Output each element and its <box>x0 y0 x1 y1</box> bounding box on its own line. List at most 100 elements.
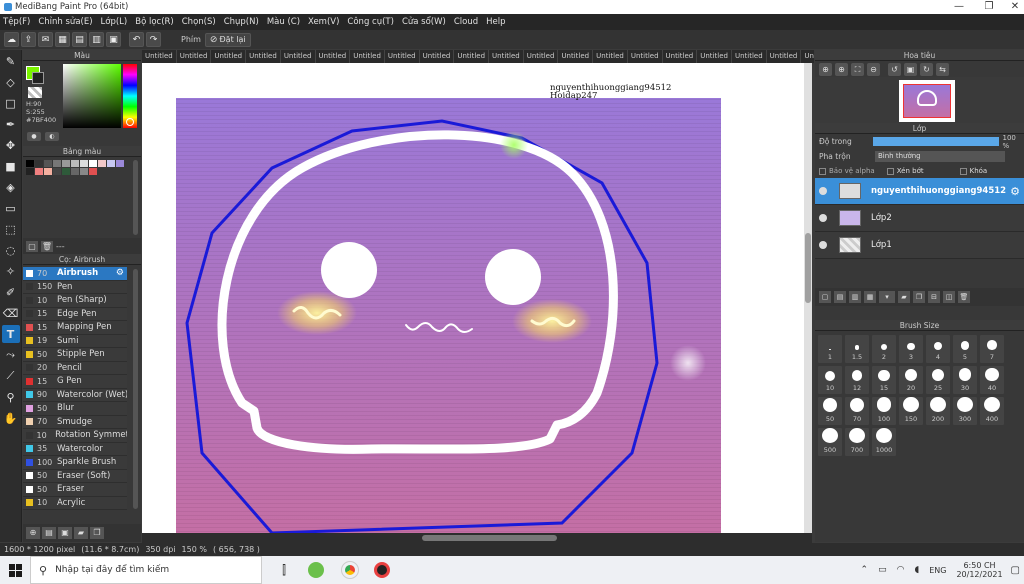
document-tab[interactable]: Untitled <box>142 50 177 63</box>
palette-swatch[interactable] <box>35 168 43 175</box>
windows-start-icon[interactable] <box>0 556 30 584</box>
brush-copy-icon[interactable]: ▣ <box>58 527 72 539</box>
canvas-vscroll[interactable] <box>804 63 812 533</box>
document-tab[interactable]: Untitled <box>558 50 594 63</box>
zoom-out-icon[interactable]: ⊖ <box>867 62 880 76</box>
new-layer-icon[interactable]: ▢ <box>819 291 831 303</box>
redo-icon[interactable]: ↷ <box>146 32 161 47</box>
panel-icon[interactable]: ▥ <box>89 32 104 47</box>
document-tab[interactable]: Untitled <box>628 50 663 63</box>
brush-item[interactable]: 15 Edge Pen <box>23 307 127 321</box>
brush-item[interactable]: 70 Airbrush ⚙ <box>23 267 127 281</box>
text-tool-icon[interactable]: T <box>1 325 20 343</box>
document-tab[interactable]: Untitled <box>420 50 455 63</box>
rect-tool-icon[interactable]: □ <box>2 94 20 112</box>
add-layer-menu-icon[interactable]: ▾ <box>879 291 895 303</box>
task-view-icon[interactable]: ⫿ <box>270 563 298 578</box>
menu-cloud[interactable]: Cloud <box>454 17 478 27</box>
taskbar-search-box[interactable]: ⚲ Nhập tại đây để tìm kiếm <box>30 556 262 584</box>
hue-slider[interactable] <box>123 64 137 128</box>
app-icon-medibang[interactable] <box>374 562 390 578</box>
document-tab[interactable]: Untitled <box>177 50 212 63</box>
lock-checkbox[interactable] <box>959 167 967 175</box>
lasso-tool-icon[interactable]: ◌ <box>2 241 20 259</box>
notification-icon[interactable]: ▢ <box>1011 565 1020 576</box>
palette-add-icon[interactable]: ▢ <box>26 240 38 252</box>
layer-property-icon[interactable]: ◫ <box>943 291 955 303</box>
document-tab[interactable]: Untitled <box>767 50 802 63</box>
clipping-checkbox[interactable] <box>886 167 894 175</box>
transparent-swatch[interactable] <box>28 87 42 98</box>
menu-snap[interactable]: Chụp(N) <box>224 17 259 27</box>
layer-visibility-icon[interactable] <box>819 214 827 222</box>
brush-tool-icon[interactable]: ✎ <box>2 52 20 70</box>
rotate-left-icon[interactable]: ↺ <box>888 62 901 76</box>
palette-swatch[interactable] <box>26 160 34 167</box>
palette-swatch[interactable] <box>44 160 52 167</box>
pages-icon[interactable]: ▤ <box>72 32 87 47</box>
menu-view[interactable]: Xem(V) <box>308 17 339 27</box>
palette-swatch[interactable] <box>71 168 79 175</box>
palette-swatch[interactable] <box>80 168 88 175</box>
brush-item[interactable]: 50 Stipple Pen <box>23 348 127 362</box>
brush-size-option[interactable]: 1000 <box>872 428 896 456</box>
document-tab[interactable]: Untitled <box>281 50 316 63</box>
brush-item[interactable]: 10 Acrylic <box>23 496 127 510</box>
palette-delete-icon[interactable]: 🗑 <box>41 240 53 252</box>
palette-swatch[interactable] <box>62 168 70 175</box>
document-tab[interactable]: Untitled <box>524 50 559 63</box>
palette-swatch[interactable] <box>89 160 97 167</box>
brush-size-option[interactable]: 10 <box>818 366 842 394</box>
language-indicator[interactable]: ENG <box>929 566 946 575</box>
secondary-color-swatch[interactable] <box>32 72 44 84</box>
brush-size-option[interactable]: 400 <box>980 397 1004 425</box>
upload-icon[interactable]: ⇪ <box>21 32 36 47</box>
menu-help[interactable]: Help <box>486 17 505 27</box>
palette-swatch[interactable] <box>116 160 124 167</box>
duplicate-layer-icon[interactable]: ❐ <box>913 291 925 303</box>
palette-swatch[interactable] <box>89 168 97 175</box>
magic-wand-icon[interactable]: ✧ <box>2 262 20 280</box>
brush-item[interactable]: 15 G Pen <box>23 375 127 389</box>
brush-item[interactable]: 90 Watercolor (Wet) <box>23 388 127 402</box>
palette-swatch[interactable] <box>62 160 70 167</box>
document-tab[interactable]: Untitled <box>663 50 698 63</box>
new-halftone-layer-icon[interactable]: ▤ <box>834 291 846 303</box>
color-picker-square[interactable] <box>63 64 121 128</box>
canvas-hscroll[interactable] <box>142 533 812 543</box>
minimize-button[interactable]: — <box>944 0 974 14</box>
palette-scrollbar[interactable] <box>133 160 138 235</box>
protect-alpha-checkbox[interactable] <box>819 167 826 175</box>
navigator-preview[interactable] <box>815 77 1024 123</box>
delete-layer-icon[interactable]: 🗑 <box>958 291 970 303</box>
hand-tool-icon[interactable]: ✋ <box>2 409 20 427</box>
merge-layer-icon[interactable]: ⊟ <box>928 291 940 303</box>
document-tab[interactable]: Untitled <box>732 50 767 63</box>
brush-size-option[interactable]: 2 <box>872 335 896 363</box>
brush-item[interactable]: 10 Rotation Symmetr <box>23 429 127 443</box>
shape-tool-icon[interactable]: ■ <box>2 157 20 175</box>
network-icon[interactable]: ◠ <box>897 565 905 575</box>
palette-swatch[interactable] <box>35 160 43 167</box>
eraser-tool-icon[interactable]: ◇ <box>2 73 20 91</box>
layer-row[interactable]: nguyenthihuonggiang94512 ⚙ <box>815 178 1024 205</box>
frame-icon[interactable]: ▣ <box>106 32 121 47</box>
brush-item[interactable]: 50 Eraser <box>23 483 127 497</box>
palette-swatch[interactable] <box>98 160 106 167</box>
brush-item[interactable]: 10 Pen (Sharp) <box>23 294 127 308</box>
fill-tool-icon[interactable]: ◈ <box>2 178 20 196</box>
reset-view-icon[interactable]: ▣ <box>904 62 917 76</box>
document-tab[interactable]: Untitled <box>489 50 524 63</box>
brush-item[interactable]: 70 Smudge <box>23 415 127 429</box>
reset-button[interactable]: ⊘ Đặt lại <box>204 32 251 47</box>
palette-swatch[interactable] <box>71 160 79 167</box>
layer-settings-icon[interactable]: ⚙ <box>1010 185 1020 198</box>
new-8bit-layer-icon[interactable]: ▥ <box>849 291 861 303</box>
flip-icon[interactable]: ⇆ <box>936 62 949 76</box>
brush-item[interactable]: 50 Eraser (Soft) <box>23 469 127 483</box>
brush-add-icon[interactable]: ⊕ <box>26 527 40 539</box>
brush-size-option[interactable]: 100 <box>872 397 896 425</box>
palette-swatch[interactable] <box>107 160 115 167</box>
battery-icon[interactable]: ▭ <box>878 565 887 575</box>
palette-swatch[interactable] <box>26 168 34 175</box>
